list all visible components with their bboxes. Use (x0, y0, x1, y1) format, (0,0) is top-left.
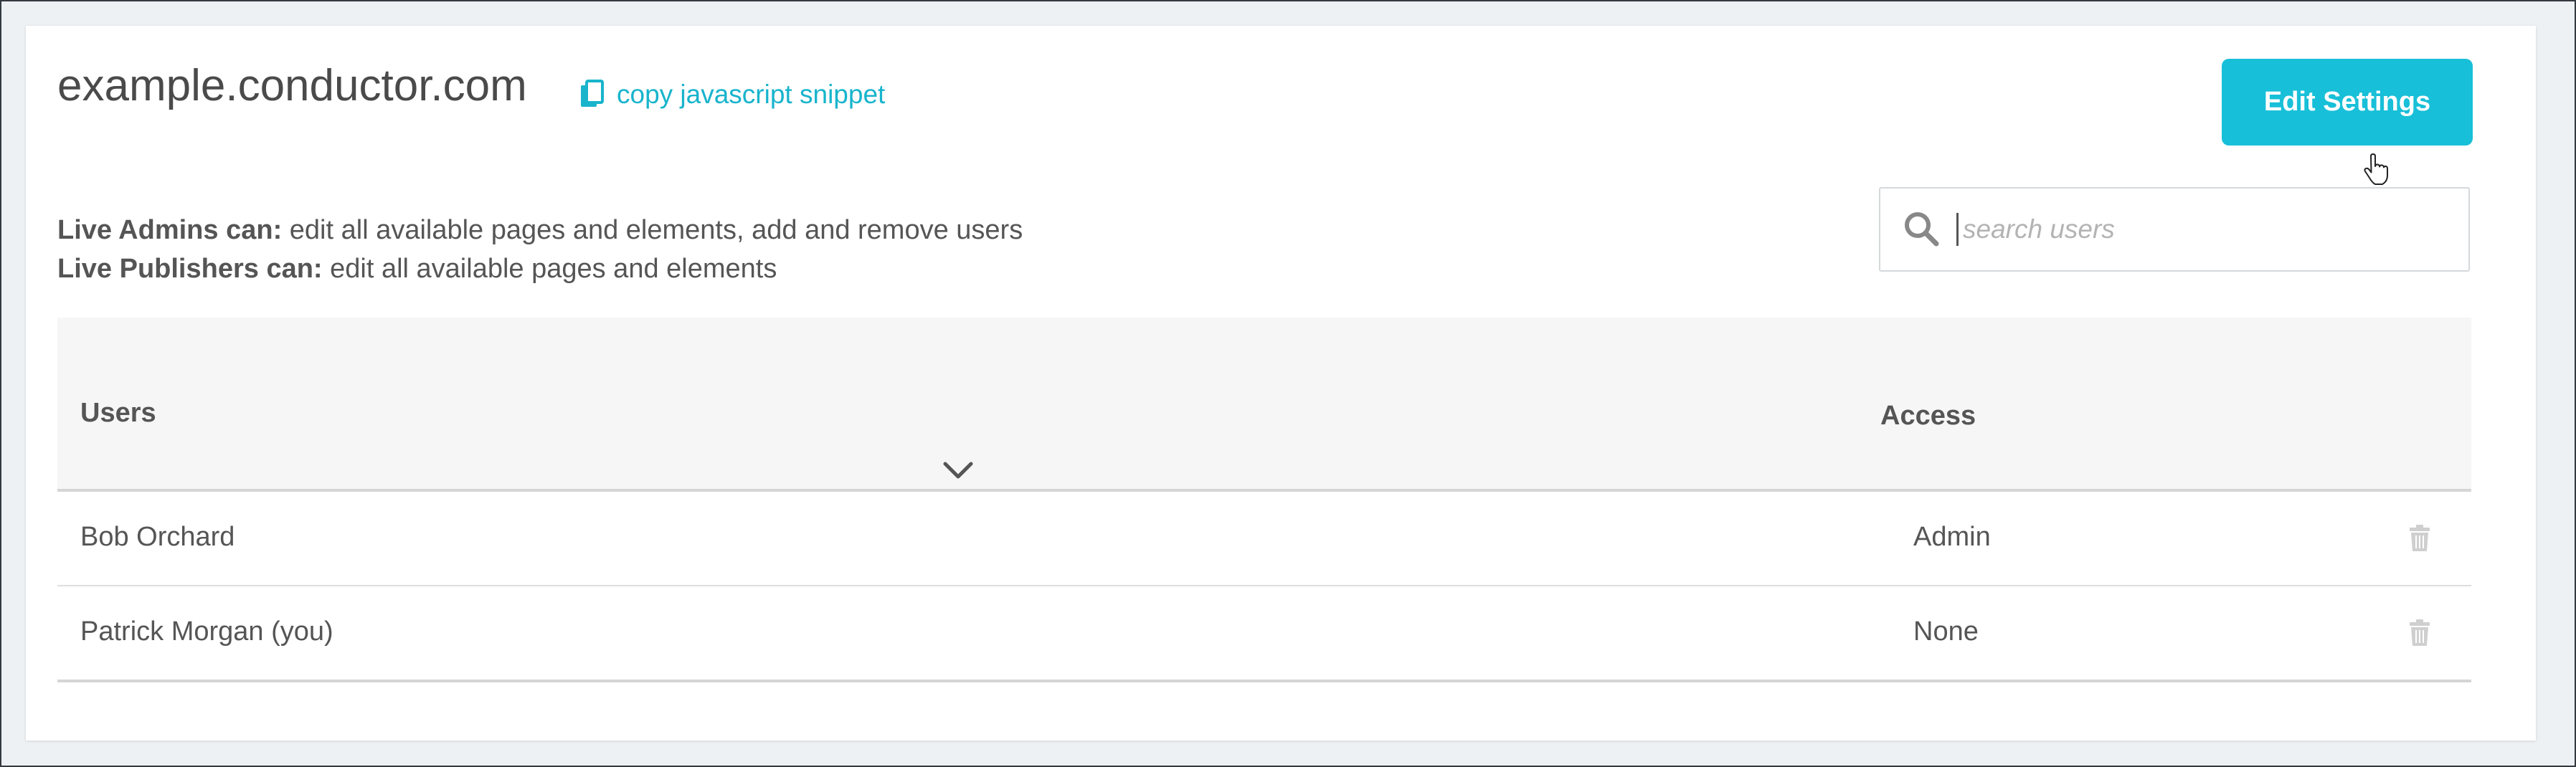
chevron-down-icon[interactable] (942, 461, 974, 481)
table-row: Bob Orchard Admin (57, 492, 2471, 586)
trash-icon[interactable] (2408, 525, 2431, 552)
hand-pointer-icon (2364, 153, 2388, 185)
site-title: example.conductor.com (57, 61, 527, 110)
user-access: Admin (1913, 522, 1991, 552)
users-table-header: Users Access (57, 318, 2471, 492)
user-access: None (1913, 616, 1979, 647)
publishers-permission-text: edit all available pages and elements (322, 254, 777, 284)
table-row: Patrick Morgan (you) None (57, 586, 2471, 682)
publishers-permission-label: Live Publishers can: (57, 254, 323, 284)
text-caret (1956, 213, 1959, 246)
users-column-header[interactable]: Users (80, 398, 156, 429)
admins-permission-text: edit all available pages and elements, a… (282, 215, 1023, 245)
publishers-permission-line: Live Publishers can: edit all available … (57, 254, 777, 285)
copy-snippet-label: copy javascript snippet (617, 80, 886, 109)
trash-icon[interactable] (2408, 619, 2431, 647)
search-icon (1905, 212, 1939, 247)
admins-permission-label: Live Admins can: (57, 215, 283, 245)
search-input[interactable] (1961, 214, 2423, 245)
admins-permission-line: Live Admins can: edit all available page… (57, 215, 1023, 246)
access-column-header[interactable]: Access (1880, 401, 1976, 432)
search-box[interactable] (1879, 187, 2470, 272)
user-name: Patrick Morgan (you) (80, 616, 333, 647)
copy-snippet-link[interactable]: copy javascript snippet (579, 80, 885, 110)
edit-settings-button[interactable]: Edit Settings (2222, 59, 2473, 146)
copy-icon (581, 80, 604, 107)
user-name: Bob Orchard (80, 522, 235, 552)
